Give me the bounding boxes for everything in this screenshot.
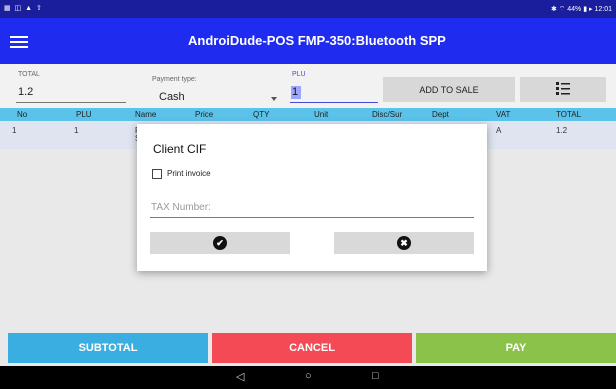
- list-view-icon: [556, 82, 570, 95]
- app-bar: AndroiDude-POS FMP-350:Bluetooth SPP: [0, 18, 616, 64]
- app-title: AndroiDude-POS FMP-350:Bluetooth SPP: [188, 33, 446, 48]
- payment-type-select[interactable]: Cash: [159, 91, 185, 103]
- recent-apps-icon[interactable]: □: [372, 370, 379, 382]
- cancel-button[interactable]: CANCEL: [212, 333, 412, 363]
- payment-type-label: Payment type:: [152, 76, 197, 83]
- row-total: 1.2: [556, 126, 568, 135]
- col-plu: PLU: [76, 110, 92, 119]
- android-nav-bar: ◁ ○ □: [0, 366, 616, 389]
- status-icons-right: ✱ ⌔ 44% ▮ ▸ 12:01: [550, 6, 612, 13]
- total-value: 1.2: [18, 86, 34, 98]
- total-underline: [16, 102, 126, 103]
- row-vat: A: [496, 126, 502, 135]
- sale-controls: TOTAL 1.2 Payment type: Cash PLU 1 ADD T…: [0, 64, 616, 108]
- col-dept: Dept: [432, 110, 449, 119]
- tax-number-input[interactable]: TAX Number:: [150, 202, 474, 218]
- add-to-sale-button[interactable]: ADD TO SALE: [383, 77, 515, 102]
- row-plu: 1: [74, 126, 79, 135]
- col-vat: VAT: [496, 110, 511, 119]
- chevron-down-icon[interactable]: [271, 97, 277, 101]
- dialog-title: Client CIF: [153, 142, 207, 156]
- col-no: No: [17, 110, 28, 119]
- col-unit: Unit: [314, 110, 329, 119]
- pay-button[interactable]: PAY: [416, 333, 616, 363]
- print-invoice-checkbox[interactable]: [152, 169, 162, 179]
- col-disc-sur: Disc/Sur: [372, 110, 403, 119]
- hamburger-icon[interactable]: [10, 33, 28, 49]
- subtotal-button[interactable]: SUBTOTAL: [8, 333, 208, 363]
- row-no: 1: [12, 126, 17, 135]
- list-view-button[interactable]: [520, 77, 606, 102]
- check-circle-icon: ✔: [213, 236, 227, 250]
- col-total: TOTAL: [556, 110, 582, 119]
- client-cif-dialog: Client CIF Print invoice TAX Number: ✔ ✖: [137, 124, 487, 271]
- print-invoice-label: Print invoice: [167, 169, 211, 178]
- plu-label: PLU: [292, 71, 306, 78]
- plu-underline: [290, 102, 378, 103]
- total-label: TOTAL: [18, 71, 40, 78]
- confirm-button[interactable]: ✔: [150, 232, 290, 254]
- col-name: Name: [135, 110, 157, 119]
- status-icons-left: ▦ ◫ ▲ ⇧: [4, 5, 43, 12]
- status-bar: ▦ ◫ ▲ ⇧ ✱ ⌔ 44% ▮ ▸ 12:01: [0, 0, 616, 18]
- dismiss-button[interactable]: ✖: [334, 232, 474, 254]
- back-icon[interactable]: ◁: [236, 370, 244, 383]
- plu-input[interactable]: 1: [291, 86, 301, 99]
- close-circle-icon: ✖: [397, 236, 411, 250]
- col-price: Price: [195, 110, 214, 119]
- table-header: No PLU Name Price QTY Unit Disc/Sur Dept…: [0, 108, 616, 121]
- col-qty: QTY: [253, 110, 270, 119]
- home-icon[interactable]: ○: [305, 370, 312, 382]
